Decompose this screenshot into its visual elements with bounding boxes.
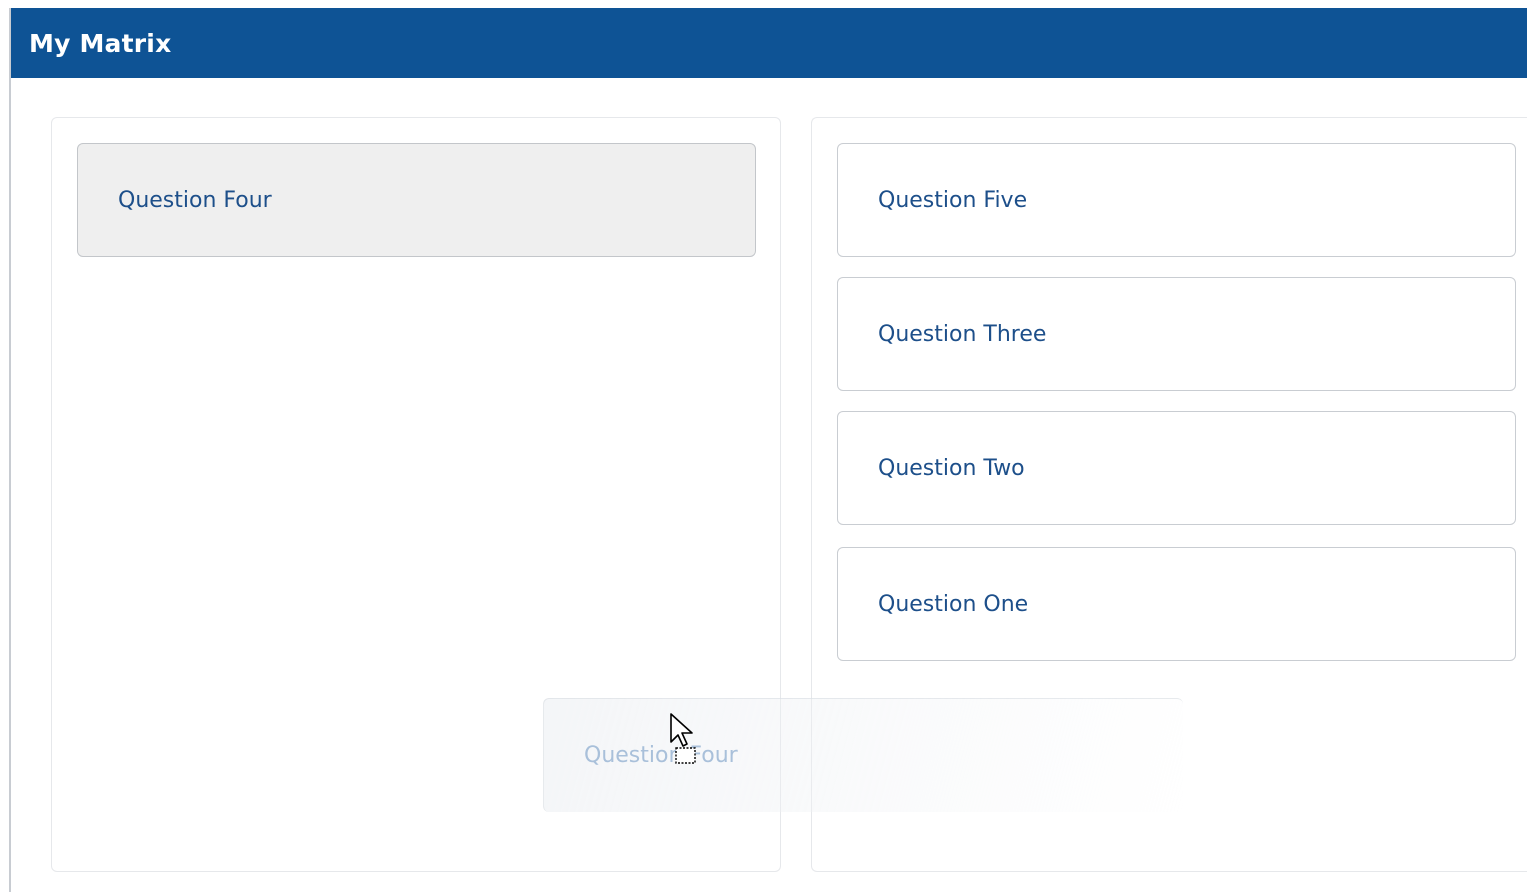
item-label: Question Five [878,187,1028,213]
matrix-window: My Matrix Question Four Question Five Qu… [0,0,1527,892]
window-title: My Matrix [29,28,172,58]
item-label: Question One [878,591,1029,617]
right-item-question-one[interactable]: Question One [837,547,1516,661]
left-item-question-four[interactable]: Question Four [77,143,756,257]
right-drop-column[interactable]: Question Five Question Three Question Tw… [811,117,1527,872]
right-item-question-five[interactable]: Question Five [837,143,1516,257]
title-bar: My Matrix [11,8,1527,78]
right-item-question-two[interactable]: Question Two [837,411,1516,525]
left-drop-column[interactable]: Question Four [51,117,781,872]
item-label: Question Four [118,187,272,213]
item-label: Question Three [878,321,1047,347]
right-item-question-three[interactable]: Question Three [837,277,1516,391]
item-label: Question Two [878,455,1025,481]
window-left-border [9,8,11,892]
